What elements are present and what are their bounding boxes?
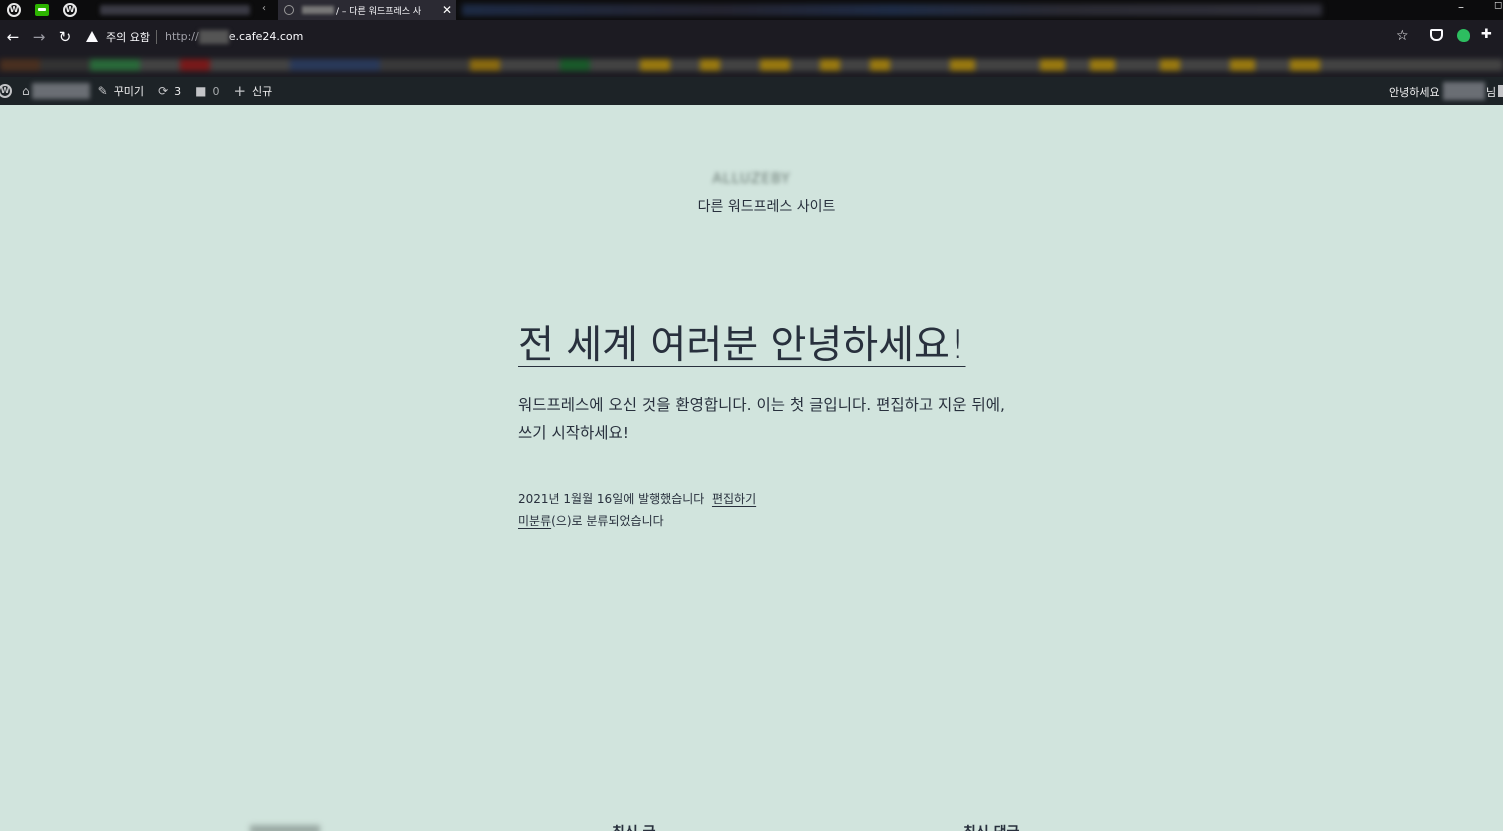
close-tab-icon[interactable]: ‹ (262, 3, 266, 14)
url-host: e.cafe24.com (228, 30, 304, 43)
blurred-site-name[interactable] (31, 83, 90, 99)
evernote-icon[interactable] (1457, 29, 1470, 42)
blurred-tab-prefix (302, 6, 334, 14)
recent-posts-heading: 최신 글 (612, 822, 656, 831)
site-description: 다른 워드프레스 사이트 (697, 199, 836, 215)
greeting-text[interactable]: 안녕하세요 (1389, 84, 1440, 100)
updates-count: 3 (174, 84, 182, 98)
category-link[interactable]: 미분류 (518, 514, 551, 528)
blurred-footer-heading (250, 825, 320, 831)
blurred-tab-title (100, 5, 250, 15)
comments-count: 0 (212, 84, 220, 98)
browser-tab[interactable]: ‹ (94, 0, 272, 20)
window-icon[interactable]: ◻ (1494, 0, 1502, 11)
post-meta: 2021년 1월월 16일에 발행했습니다 편집하기 미분류(으)로 분류되었습… (518, 488, 756, 532)
warning-icon (86, 31, 98, 42)
plus-icon: + (233, 82, 247, 100)
browser-navigation-bar: ← → ↻ 주의 요함 http:// e.cafe24.com ☆ ✚ (0, 20, 1503, 53)
brush-icon: ✎ (97, 84, 108, 98)
chat-icon (35, 4, 49, 16)
reload-button[interactable]: ↻ (52, 20, 78, 53)
pocket-icon[interactable] (1430, 29, 1443, 41)
recent-comments-heading: 최신 댓글 (963, 822, 1019, 831)
home-icon[interactable]: ⌂ (22, 84, 30, 98)
pinned-tab-chat[interactable] (28, 0, 56, 20)
post-title-link[interactable]: 전 세계 여러분 안녕하세요! (518, 314, 966, 370)
published-date: 2021년 1월월 16일에 발행했습니다 (518, 492, 705, 506)
updates-button[interactable]: ⟳ 3 (158, 84, 181, 98)
wordpress-logo-icon[interactable]: W (0, 84, 12, 98)
tab-title: / – 다른 워드프레스 사 (336, 6, 422, 17)
wordpress-icon: W (63, 3, 77, 17)
address-separator (155, 29, 157, 44)
blurred-username[interactable] (1443, 82, 1485, 100)
browser-tab-active[interactable]: / – 다른 워드프레스 사 ✕ (278, 0, 456, 20)
edit-post-link[interactable]: 편집하기 (712, 492, 756, 506)
avatar[interactable] (1498, 85, 1503, 97)
bookmark-star-icon[interactable]: ☆ (1396, 28, 1409, 44)
pinned-tab-wordpress[interactable]: W (0, 0, 28, 20)
pinned-tab-wordpress-2[interactable]: W (56, 0, 84, 20)
extensions-icon[interactable]: ✚ (1481, 27, 1492, 42)
site-title[interactable]: ALLUZEBY (0, 171, 1503, 187)
blurred-tabs (462, 4, 1322, 16)
customize-label: 꾸미기 (113, 85, 145, 98)
comment-icon: ■ (195, 84, 207, 98)
bookmarks-toolbar (0, 53, 1503, 77)
category-suffix: (으)로 분류되었습니다 (551, 514, 664, 528)
url-protocol: http:// (164, 30, 199, 43)
globe-icon (284, 5, 294, 15)
blurred-bookmarks[interactable] (0, 59, 1503, 71)
refresh-icon: ⟳ (158, 84, 169, 98)
customize-button[interactable]: ✎ 꾸미기 (98, 83, 144, 99)
address-bar[interactable]: 주의 요함 http:// e.cafe24.com (78, 24, 1418, 49)
wordpress-icon: W (7, 3, 21, 17)
browser-tab-strip: W W ‹ / – 다른 워드프레스 사 ✕ – ◻ (0, 0, 1503, 20)
forward-button[interactable]: → (26, 20, 52, 53)
wp-admin-bar: W ⌂ ✎ 꾸미기 ⟳ 3 ■ 0 + 신규 안녕하세요 님 (0, 77, 1503, 105)
new-label: 신규 (252, 85, 273, 98)
blurred-url-part (198, 29, 229, 44)
back-button[interactable]: ← (0, 20, 26, 53)
new-content-button[interactable]: + 신규 (233, 82, 272, 100)
greeting-suffix[interactable]: 님 (1486, 84, 1496, 100)
post-content: 워드프레스에 오신 것을 환영합니다. 이는 첫 글입니다. 편집하고 지운 뒤… (518, 396, 1005, 442)
close-tab-icon[interactable]: ✕ (442, 3, 452, 17)
comments-button[interactable]: ■ 0 (195, 84, 219, 98)
security-warning[interactable]: 주의 요함 (106, 29, 150, 45)
minimize-icon[interactable]: – (1458, 0, 1464, 14)
